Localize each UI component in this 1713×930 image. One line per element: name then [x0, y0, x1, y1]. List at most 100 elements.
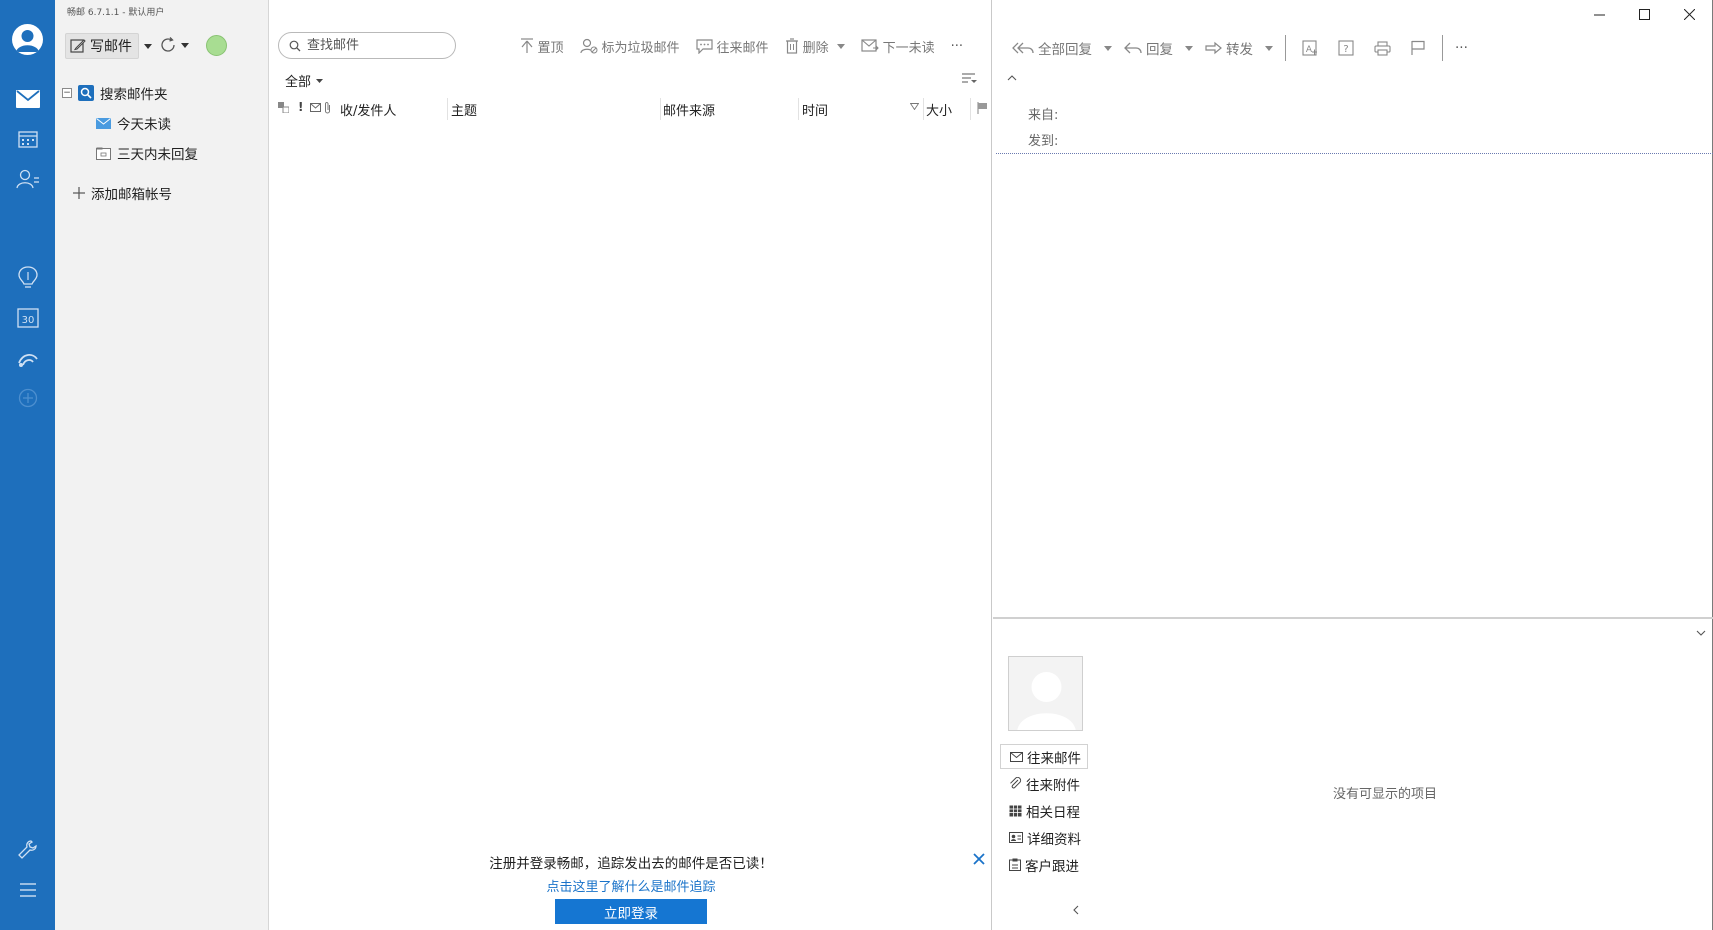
mark-spam-button[interactable]: 标为垃圾邮件	[572, 35, 688, 57]
more-label: ···	[1455, 40, 1468, 56]
size-column-header[interactable]: 大小	[926, 100, 952, 119]
pane-splitter[interactable]	[993, 617, 1713, 619]
reply-button[interactable]: 回复	[1118, 37, 1199, 59]
folder-label: 今天未读	[117, 117, 171, 133]
search-box[interactable]	[278, 32, 456, 59]
reply-all-button[interactable]: 全部回复	[1006, 37, 1118, 59]
feed-icon[interactable]	[0, 340, 55, 376]
calendar-icon[interactable]	[0, 121, 55, 157]
filter-label: 全部	[285, 75, 312, 90]
add-icon[interactable]	[0, 380, 55, 416]
empty-state-message: 没有可显示的项目	[1333, 787, 1438, 802]
unread-mail-icon	[96, 117, 111, 129]
delete-dropdown-icon[interactable]	[836, 43, 845, 49]
chevron-left-icon[interactable]	[1073, 905, 1079, 915]
chevron-down-icon[interactable]	[1696, 630, 1706, 636]
pin-top-icon	[520, 38, 534, 54]
forward-dropdown-icon[interactable]	[1265, 45, 1273, 51]
pin-button[interactable]: 置顶	[512, 35, 572, 57]
reading-pane: 全部回复 回复 转发 A ? ··· 来自: 发到: 往来邮件 往来附件 相关日…	[993, 0, 1713, 930]
flag-icon[interactable]	[1400, 36, 1436, 60]
search-folder-icon	[78, 85, 94, 101]
date-30-icon[interactable]: 30	[0, 300, 55, 336]
more-options-button[interactable]: ···	[943, 35, 971, 57]
subject-column-header[interactable]: 主题	[451, 100, 477, 119]
reply-dropdown-icon[interactable]	[1185, 45, 1193, 51]
font-settings-icon[interactable]: A	[1292, 36, 1328, 60]
forward-label: 转发	[1226, 42, 1253, 58]
tab-label: 详细资料	[1027, 831, 1081, 848]
promo-text: 注册并登录畅邮，追踪发出去的邮件是否已读！	[489, 856, 773, 872]
tab-label: 客户跟进	[1025, 858, 1079, 875]
sort-descending-icon[interactable]	[910, 103, 919, 110]
compose-dropdown-icon[interactable]	[139, 33, 157, 59]
next-unread-button[interactable]: 下一未读	[853, 35, 943, 57]
forward-icon	[1205, 41, 1222, 55]
flag-status-column-icon[interactable]	[278, 102, 289, 113]
add-account-button[interactable]: 添加邮箱帐号	[73, 183, 172, 203]
help-icon[interactable]: ?	[1328, 36, 1364, 60]
sender-column-header[interactable]: 收/发件人	[340, 100, 396, 119]
search-input[interactable]	[307, 38, 437, 53]
tab-details[interactable]: 详细资料	[1000, 825, 1088, 850]
close-icon[interactable]	[972, 852, 986, 866]
compose-button[interactable]: 写邮件	[65, 33, 139, 59]
tools-icon[interactable]	[0, 832, 55, 868]
delete-label: 删除	[802, 40, 829, 56]
correspondence-button[interactable]: 往来邮件	[688, 35, 777, 57]
collapse-toggle-icon[interactable]: −	[62, 88, 72, 98]
more-actions-button[interactable]: ···	[1449, 37, 1474, 59]
search-icon	[289, 40, 301, 52]
list-toolbar: 置顶 标为垃圾邮件 往来邮件 删除 下一未读 ···	[512, 35, 971, 57]
header-divider	[996, 153, 1713, 154]
filter-dropdown[interactable]: 全部	[285, 71, 324, 90]
menu-icon[interactable]	[0, 872, 55, 908]
tab-correspondence[interactable]: 往来邮件	[1000, 744, 1088, 769]
folder-label: 搜索邮件夹	[100, 87, 168, 103]
next-unread-label: 下一未读	[882, 40, 935, 56]
reply-all-label: 全部回复	[1038, 42, 1092, 58]
folder-today-unread[interactable]: 今天未读	[96, 113, 171, 133]
source-column-header[interactable]: 邮件来源	[663, 100, 715, 119]
mail-list-pane: 置顶 标为垃圾邮件 往来邮件 删除 下一未读 ··· 全部	[270, 0, 992, 930]
svg-text:A: A	[1306, 45, 1313, 55]
delete-button[interactable]: 删除	[777, 35, 853, 57]
attachment-column-icon[interactable]	[324, 101, 331, 114]
forward-button[interactable]: 转发	[1199, 37, 1279, 59]
maximize-icon[interactable]	[1622, 0, 1667, 29]
plus-icon	[73, 187, 85, 199]
idea-icon[interactable]	[0, 260, 55, 296]
login-now-button[interactable]: 立即登录	[555, 899, 707, 924]
minimize-icon[interactable]	[1577, 0, 1622, 29]
collapse-header-icon[interactable]	[1007, 75, 1017, 81]
time-column-header[interactable]: 时间	[802, 100, 828, 119]
close-window-icon[interactable]	[1667, 0, 1712, 29]
promo-learn-more-link[interactable]: 点击这里了解什么是邮件追踪	[270, 876, 992, 895]
tab-schedule[interactable]: 相关日程	[1000, 798, 1088, 823]
mail-icon	[1010, 751, 1023, 762]
refresh-button[interactable]	[159, 36, 189, 54]
next-mail-icon	[860, 39, 879, 53]
tab-attachments[interactable]: 往来附件	[1000, 771, 1088, 796]
compose-icon	[70, 38, 86, 54]
window-controls	[1577, 0, 1712, 29]
user-avatar[interactable]	[12, 24, 43, 55]
mail-icon[interactable]	[0, 81, 55, 117]
folder-unreplied-3days[interactable]: 三天内未回复	[96, 143, 198, 163]
reply-icon	[1124, 41, 1142, 55]
tab-customer-followup[interactable]: 客户跟进	[1000, 852, 1088, 877]
compose-label: 写邮件	[90, 39, 132, 55]
sort-options-icon[interactable]	[962, 73, 977, 84]
folder-label: 三天内未回复	[117, 147, 198, 163]
folder-search-root[interactable]: − 搜索邮件夹	[62, 83, 168, 103]
refresh-dropdown-icon[interactable]	[181, 42, 189, 48]
priority-column-icon[interactable]: !	[298, 100, 303, 114]
contacts-icon[interactable]	[0, 161, 55, 197]
read-status-column-icon[interactable]	[310, 103, 321, 112]
paperclip-icon	[1009, 777, 1022, 790]
flag-column-icon[interactable]	[977, 102, 987, 114]
print-icon[interactable]	[1364, 36, 1400, 60]
reply-all-dropdown-icon[interactable]	[1104, 45, 1112, 51]
online-status-indicator[interactable]	[206, 35, 227, 56]
navigation-rail: 30	[0, 0, 55, 930]
